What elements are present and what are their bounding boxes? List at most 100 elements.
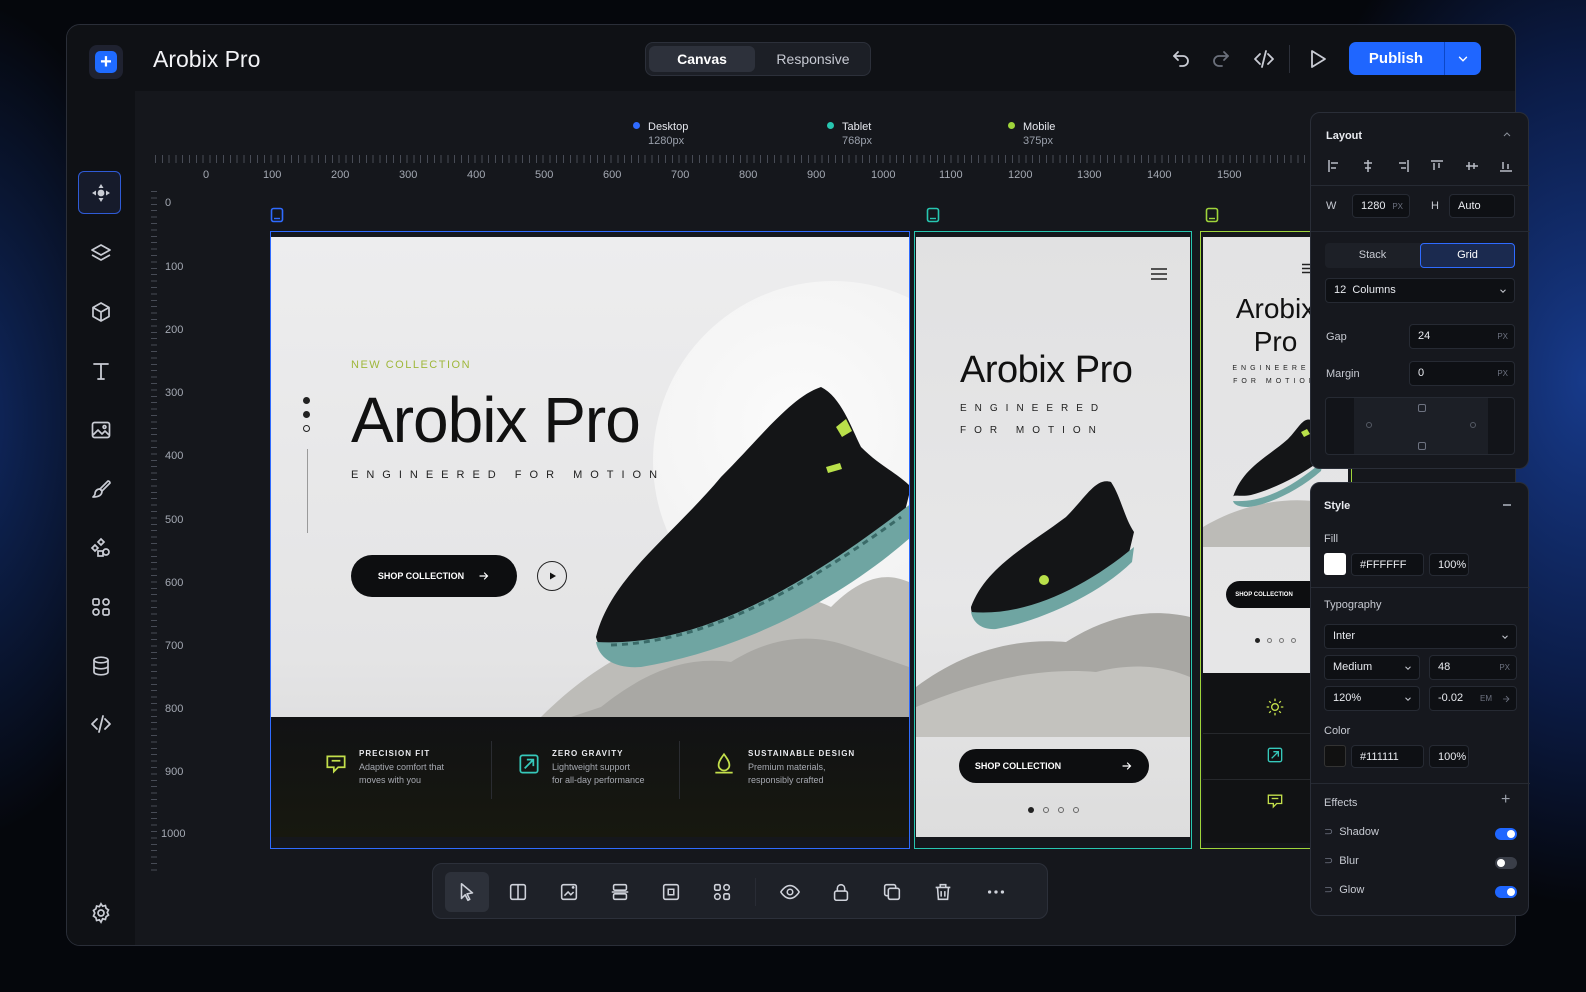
effect-blur[interactable]: ⊃ Blur [1324,854,1359,867]
weight-select[interactable]: Medium [1324,655,1420,680]
color-opacity-input[interactable]: 100% [1429,745,1469,768]
cube-icon[interactable] [89,300,113,324]
breakpoint-mobile[interactable]: Mobile 375px [1008,121,1055,147]
breakpoint-desktop[interactable]: Desktop 1280px [633,121,688,147]
add-button[interactable]: + [89,45,123,79]
publish-button[interactable]: Publish [1349,42,1481,75]
align-left-icon[interactable] [1327,159,1341,173]
text-icon[interactable] [89,359,113,383]
slide-dot[interactable] [303,411,310,418]
tab-responsive[interactable]: Responsive [758,46,868,72]
height-input[interactable]: Auto [1449,194,1515,218]
align-center-icon[interactable] [609,881,631,903]
fill-hex-input[interactable]: #FFFFFF [1351,553,1424,576]
menu-icon[interactable] [1150,267,1168,281]
align-bottom-icon[interactable] [1499,159,1513,173]
mode-grid[interactable]: Grid [1420,243,1515,268]
divider [1289,45,1290,73]
height-value: Auto [1458,200,1481,212]
align-middle-icon[interactable] [1465,159,1479,173]
align-center-h-icon[interactable] [1361,159,1375,173]
letter-spacing-input[interactable]: -0.02 EM [1429,686,1517,711]
carousel-dot[interactable] [1073,807,1079,813]
publish-label[interactable]: Publish [1349,42,1443,75]
eye-icon[interactable] [779,881,801,903]
move-icon[interactable] [89,181,113,205]
margin-input[interactable]: 0 PX [1409,361,1515,386]
effect-shadow[interactable]: ⊃ Shadow [1324,825,1379,838]
layers-icon[interactable] [89,241,113,265]
spacing-handle[interactable] [1470,422,1476,428]
columns-select[interactable]: 12 Columns [1325,278,1515,303]
design-canvas[interactable]: Desktop 1280px Tablet 768px Mobile 375px… [135,91,1515,945]
collapse-icon[interactable] [1503,504,1511,506]
align-top-icon[interactable] [1430,159,1444,173]
width-input[interactable]: 1280 PX [1352,194,1410,218]
line-height-select[interactable]: 120% [1324,686,1420,711]
divider [491,741,492,799]
tablet-shop-button[interactable]: SHOP COLLECTION [959,749,1149,783]
carousel-dot[interactable] [1267,638,1272,643]
glow-toggle[interactable] [1495,886,1517,898]
font-select[interactable]: Inter [1324,624,1517,649]
color-swatch[interactable] [1324,745,1346,767]
frame-icon[interactable] [660,881,682,903]
reset-icon[interactable] [1501,694,1511,704]
tab-canvas[interactable]: Canvas [649,46,755,72]
grid-icon[interactable] [711,881,733,903]
breakpoint-tablet[interactable]: Tablet 768px [827,121,872,147]
carousel-dot[interactable] [1279,638,1284,643]
mode-stack[interactable]: Stack [1325,243,1420,268]
code-icon[interactable] [1252,47,1276,71]
brush-icon[interactable] [89,477,113,501]
chevron-up-icon[interactable] [1501,129,1513,141]
more-icon[interactable] [985,881,1007,903]
carousel-dot[interactable] [1058,807,1064,813]
slide-dot[interactable] [303,397,310,404]
width-label: W [1326,200,1337,212]
desktop-frame[interactable]: NEW COLLECTION Arobix Pro ENGINEERED FOR… [271,237,909,837]
fill-opacity-input[interactable]: 100% [1429,553,1469,576]
color-hex-input[interactable]: #111111 [1351,745,1424,768]
mobile-frame-icon[interactable] [1205,207,1219,223]
align-right-icon[interactable] [1396,159,1410,173]
fill-swatch[interactable] [1324,553,1346,575]
add-effect-icon[interactable]: + [1501,791,1510,809]
image-icon[interactable] [89,418,113,442]
tablet-frame[interactable]: Arobix Pro ENGINEERED FOR MOTION SHOP CO… [916,237,1190,837]
spacing-handle[interactable] [1418,404,1426,412]
lock-icon[interactable] [830,881,852,903]
desktop-frame-icon[interactable] [270,207,284,223]
publish-dropdown[interactable] [1444,42,1481,75]
gear-icon[interactable] [89,901,113,925]
code-icon[interactable] [89,712,113,736]
spacing-box[interactable] [1325,397,1515,455]
widgets-icon[interactable] [89,595,113,619]
gap-input[interactable]: 24 PX [1409,324,1515,349]
database-icon[interactable] [89,654,113,678]
carousel-dot[interactable] [1043,807,1049,813]
redo-icon[interactable] [1209,47,1233,71]
cursor-icon[interactable] [456,881,478,903]
carousel-dot[interactable] [1255,638,1260,643]
slide-dot[interactable] [303,425,310,432]
duplicate-icon[interactable] [881,881,903,903]
undo-icon[interactable] [1169,47,1193,71]
blur-toggle[interactable] [1495,857,1517,869]
effect-glow[interactable]: ⊃ Glow [1324,883,1364,896]
effect-arrow-icon: ⊃ [1324,826,1334,838]
shadow-toggle[interactable] [1495,828,1517,840]
carousel-dot[interactable] [1028,807,1034,813]
spacing-handle[interactable] [1366,422,1372,428]
carousel-dot[interactable] [1291,638,1296,643]
tablet-frame-icon[interactable] [926,207,940,223]
shop-collection-button[interactable]: SHOP COLLECTION [351,555,517,597]
play-video-button[interactable] [537,561,567,591]
components-icon[interactable] [89,536,113,560]
play-icon[interactable] [1305,47,1329,71]
split-layout-icon[interactable] [507,881,529,903]
font-size-input[interactable]: 48 PX [1429,655,1517,680]
spacing-handle[interactable] [1418,442,1426,450]
trash-icon[interactable] [932,881,954,903]
add-image-icon[interactable] [558,881,580,903]
